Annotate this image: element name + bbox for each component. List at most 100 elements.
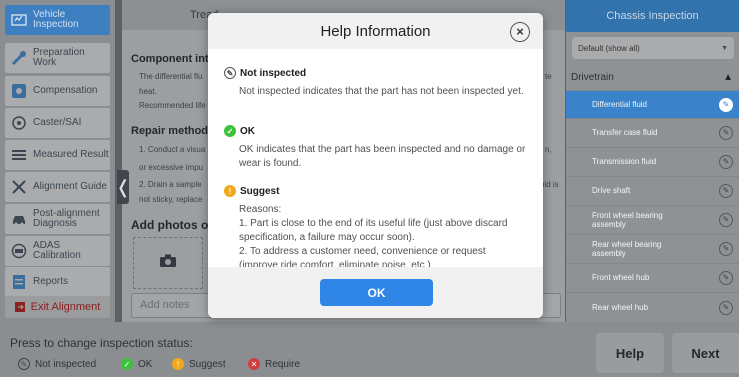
chevron-left-icon: ❬: [115, 176, 131, 197]
nav-item-adas-calibration[interactable]: ADAS Calibration: [5, 236, 110, 266]
exit-icon: [14, 299, 25, 315]
nav-item-post-alignment-diagnosis[interactable]: Post-alignment Diagnosis: [5, 204, 110, 234]
pencil-icon[interactable]: ✎: [719, 125, 733, 140]
require-icon: ✕: [248, 358, 260, 370]
component-text-1-tail: te: [545, 72, 552, 81]
pencil-icon[interactable]: ✎: [719, 241, 733, 256]
add-photo-button[interactable]: [133, 237, 203, 289]
nav-label: ADAS Calibration: [33, 240, 81, 261]
nav-label: Compensation: [33, 85, 98, 96]
suggest-heading: ! Suggest: [224, 185, 279, 197]
pencil-icon[interactable]: ✎: [719, 212, 733, 227]
report-icon: [11, 274, 27, 290]
part-label: Rear wheel hub: [592, 303, 649, 312]
repair-text-1: 1. Conduct a visua: [139, 145, 206, 154]
compensation-icon: [11, 83, 27, 99]
not-inspected-icon: ✎: [18, 358, 30, 370]
nav-label: Vehicle Inspection: [33, 9, 79, 30]
part-label: Rear wheel bearing assembly: [592, 239, 662, 258]
suggest-reason-1: 1. Part is close to the end of its usefu…: [239, 218, 508, 243]
not-inspected-heading: ✎ Not inspected: [224, 67, 306, 79]
part-item[interactable]: Rear wheel bearing assembly ✎: [566, 234, 739, 262]
help-button[interactable]: Help: [596, 333, 664, 373]
pencil-icon[interactable]: ✎: [719, 300, 733, 315]
drivetrain-group-header[interactable]: Drivetrain ▲: [566, 64, 739, 90]
part-label: Transfer case fluid: [592, 128, 658, 137]
next-button[interactable]: Next: [672, 333, 739, 373]
car-icon: [11, 211, 27, 227]
part-item[interactable]: Front wheel hub ✎: [566, 263, 739, 291]
nav-item-compensation[interactable]: Compensation: [5, 76, 110, 106]
not-inspected-icon: ✎: [224, 67, 236, 79]
part-label: Front wheel hub: [592, 273, 650, 282]
filter-select[interactable]: Default (show all) ▼: [572, 37, 734, 59]
part-label: Front wheel bearing assembly: [592, 210, 663, 229]
part-item[interactable]: Drive shaft ✎: [566, 176, 739, 204]
pencil-icon[interactable]: ✎: [719, 183, 733, 198]
nav-item-measured-result[interactable]: Measured Result: [5, 140, 110, 170]
nav-item-reports[interactable]: Reports: [5, 267, 110, 297]
suggest-reason-2: 2. To address a customer need, convenien…: [239, 246, 486, 257]
ok-icon: ✓: [121, 358, 133, 370]
add-photos-heading: Add photos or: [131, 218, 213, 232]
ok-button[interactable]: OK: [320, 279, 433, 306]
part-item[interactable]: Differential fluid ✎: [566, 90, 739, 118]
part-item[interactable]: Rear wheel hub ✎: [566, 292, 739, 322]
nav-label: Post-alignment Diagnosis: [33, 208, 100, 229]
part-label: Drive shaft: [592, 186, 631, 195]
pencil-icon[interactable]: ✎: [719, 154, 733, 169]
nav-label: Alignment Guide: [33, 181, 107, 192]
suggest-reasons: Reasons:: [239, 204, 282, 215]
status-require[interactable]: ✕ Require: [248, 358, 300, 370]
section-title: Not inspected: [240, 67, 307, 79]
nav-item-preparation-work[interactable]: Preparation Work: [5, 43, 110, 73]
nav-item-vehicle-inspection[interactable]: Vehicle Inspection: [5, 5, 110, 35]
chevron-up-icon: ▲: [723, 71, 733, 83]
pencil-icon[interactable]: ✎: [719, 97, 733, 112]
vehicle-icon: [11, 12, 27, 28]
component-text-2: heat.: [139, 87, 157, 96]
dialog-title: Help Information: [320, 22, 431, 40]
suggest-icon: !: [224, 185, 236, 197]
repair-text-3: 2. Drain a sample: [139, 180, 202, 189]
nav-item-caster-sai[interactable]: Caster/SAI: [5, 108, 110, 138]
chevron-down-icon: ▼: [721, 44, 728, 52]
dialog-body: ✎ Not inspected Not inspected indicates …: [208, 49, 543, 267]
filter-value: Default (show all): [578, 43, 640, 53]
ok-icon: ✓: [224, 125, 236, 137]
adas-icon: [11, 243, 27, 259]
status-suggest[interactable]: ! Suggest: [172, 358, 226, 370]
repair-heading: Repair method: [131, 125, 209, 137]
nav-label: Preparation Work: [33, 47, 85, 68]
component-text-1: The differential flu: [139, 72, 203, 81]
part-label: Differential fluid: [592, 100, 647, 109]
chassis-inspection-header: Chassis Inspection: [566, 0, 739, 32]
caster-icon: [11, 115, 27, 131]
status-label: Not inspected: [35, 358, 97, 370]
status-label: OK: [138, 358, 153, 370]
nav-label: Caster/SAI: [33, 117, 82, 128]
exit-alignment-button[interactable]: Exit Alignment: [5, 296, 110, 318]
nav-label: Reports: [33, 276, 69, 287]
pencil-icon[interactable]: ✎: [719, 270, 733, 285]
help-dialog: Help Information × ✎ Not inspected Not i…: [208, 13, 543, 318]
part-item[interactable]: Transmission fluid ✎: [566, 147, 739, 175]
part-item[interactable]: Transfer case fluid ✎: [566, 118, 739, 146]
part-item[interactable]: Front wheel bearing assembly ✎: [566, 205, 739, 233]
suggest-reason-2-cont: (improve ride comfort, eliminate noise, …: [239, 260, 431, 267]
status-not-inspected[interactable]: ✎ Not inspected: [18, 358, 96, 370]
component-heading: Component intr: [131, 53, 213, 65]
dialog-header: Help Information: [208, 13, 543, 49]
wrench-icon: [11, 50, 27, 66]
exit-label: Exit Alignment: [30, 301, 101, 313]
close-button[interactable]: ×: [510, 22, 530, 42]
suggest-icon: !: [172, 358, 184, 370]
status-ok[interactable]: ✓ OK: [121, 358, 152, 370]
section-title: Suggest: [240, 185, 280, 197]
not-inspected-text: Not inspected indicates that the part ha…: [239, 86, 524, 97]
nav-item-alignment-guide[interactable]: Alignment Guide: [5, 172, 110, 202]
collapse-handle[interactable]: ❬: [115, 170, 131, 204]
camera-icon: [160, 254, 176, 272]
ok-heading: ✓ OK: [224, 125, 255, 137]
repair-text-4: not sticky, replace: [139, 195, 203, 204]
